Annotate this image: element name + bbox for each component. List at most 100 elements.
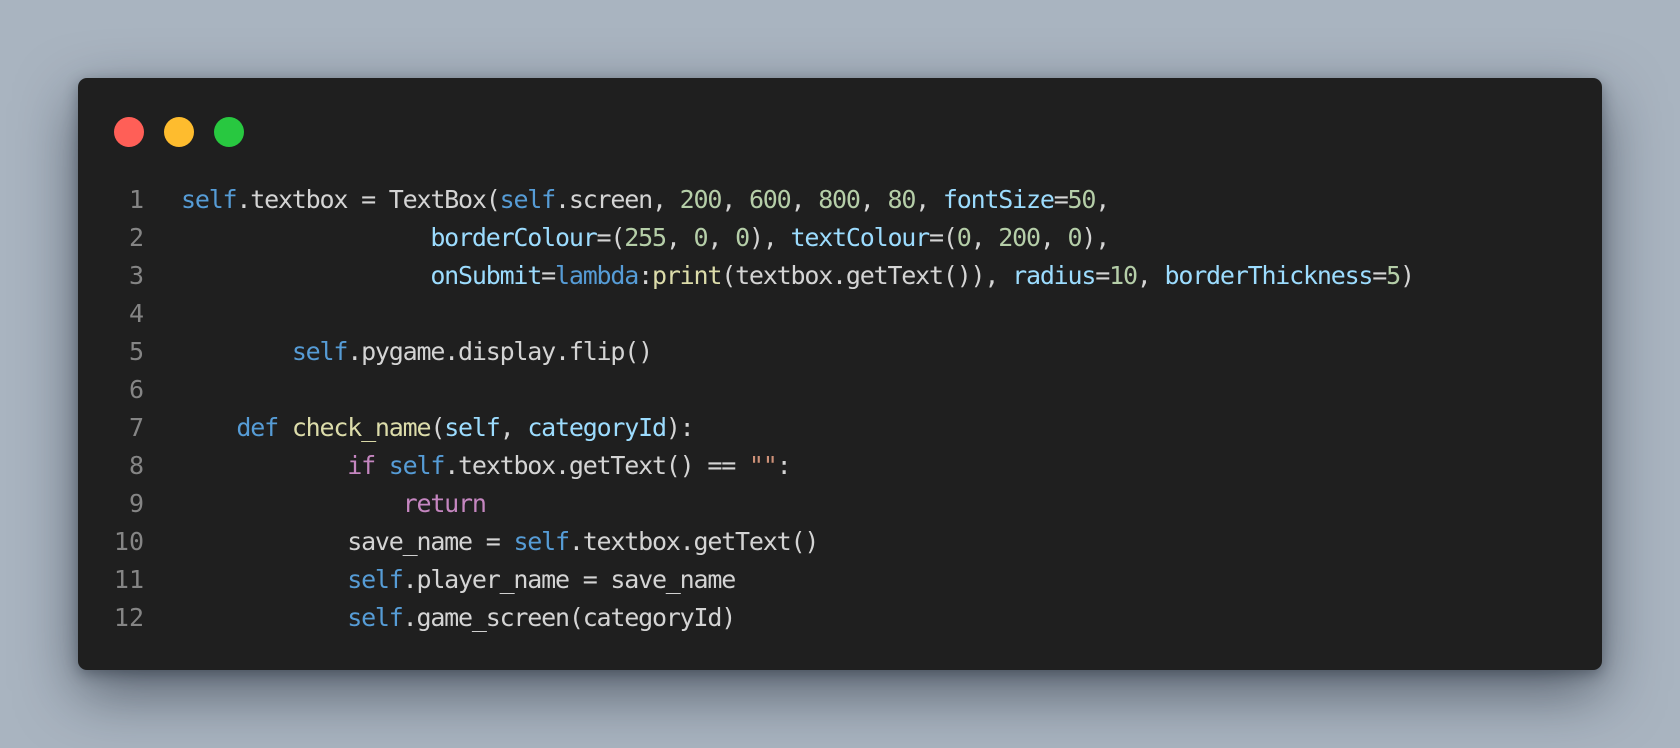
code-token: onSubmit — [430, 261, 542, 290]
code-token: .textbox.getText() — [568, 527, 820, 556]
code-token: "" — [748, 451, 778, 480]
code-token: = — [541, 261, 556, 290]
line-number: 4 — [128, 299, 144, 328]
code-token: 800 — [818, 185, 861, 214]
code-line: 10 save_name = self.textbox.getText() — [78, 523, 1602, 561]
code-token: =( — [596, 223, 626, 252]
code-token: , — [499, 413, 528, 442]
line-number: 9 — [128, 489, 144, 518]
code-token: (textbox.getText()), — [721, 261, 1013, 290]
code-text: onSubmit=lambda:print(textbox.getText())… — [181, 257, 1415, 295]
code-token: self — [347, 603, 404, 632]
code-token: self — [347, 565, 404, 594]
code-line: 2 borderColour=(255, 0, 0), textColour=(… — [78, 219, 1602, 257]
line-number: 3 — [128, 261, 144, 290]
code-token: 200 — [679, 185, 723, 214]
code-token: , — [859, 185, 888, 214]
code-line: 12 self.game_screen(categoryId) — [78, 599, 1602, 637]
code-token: ( — [430, 413, 445, 442]
code-token: =( — [929, 223, 958, 252]
line-number: 7 — [128, 413, 144, 442]
code-token: .textbox = TextBox( — [236, 185, 500, 214]
code-block[interactable]: 1 self.textbox = TextBox(self.screen, 200… — [78, 181, 1602, 637]
code-line: 8 if self.textbox.getText() == "": — [78, 447, 1602, 485]
code-token: = — [1095, 261, 1110, 290]
code-token: , — [1039, 223, 1068, 252]
code-token: 0 — [1067, 223, 1083, 252]
code-line: 11 self.player_name = save_name — [78, 561, 1602, 599]
code-token: , — [970, 223, 999, 252]
code-token: self — [181, 185, 238, 214]
maximize-window-dot-icon[interactable] — [214, 117, 244, 147]
code-text: self.player_name = save_name — [181, 561, 737, 599]
code-token: self — [291, 337, 349, 366]
code-token: .game_screen(categoryId) — [402, 603, 737, 632]
code-token: check_name — [291, 413, 432, 442]
code-token: .player_name = save_name — [402, 565, 737, 594]
line-number: 8 — [128, 451, 144, 480]
code-token: if — [347, 451, 376, 480]
code-token: save_name = — [181, 527, 514, 556]
code-token: fontSize — [942, 185, 1055, 214]
code-token: borderThickness — [1164, 261, 1374, 290]
line-number: 5 — [128, 337, 144, 366]
code-token: self — [444, 413, 501, 442]
code-token: 50 — [1067, 185, 1097, 214]
code-text: if self.textbox.getText() == "": — [181, 447, 792, 485]
code-token: def — [236, 413, 279, 442]
line-number: 10 — [113, 527, 144, 556]
code-token: , — [665, 223, 694, 252]
code-token: 255 — [624, 223, 667, 252]
code-window: 1 self.textbox = TextBox(self.screen, 200… — [78, 78, 1602, 670]
code-token: 600 — [748, 185, 792, 214]
line-number: 1 — [128, 185, 144, 214]
close-window-dot-icon[interactable] — [114, 117, 144, 147]
code-token: 5 — [1386, 261, 1401, 290]
line-number: 11 — [113, 565, 144, 594]
code-token: 10 — [1109, 261, 1138, 290]
code-line: 6 — [78, 371, 1602, 409]
code-token: : — [776, 451, 792, 480]
minimize-window-dot-icon[interactable] — [164, 117, 194, 147]
code-token: , — [721, 185, 749, 214]
code-token: ), — [1081, 223, 1110, 252]
code-token: 200 — [998, 223, 1041, 252]
code-token: , — [1095, 185, 1110, 214]
code-token: categoryId — [527, 413, 667, 442]
line-number: 12 — [113, 603, 144, 632]
code-text: self.textbox = TextBox(self.screen, 200,… — [181, 181, 1110, 219]
code-token: 0 — [956, 223, 972, 252]
code-token: , — [1136, 261, 1165, 290]
code-token: .pygame.display.flip() — [347, 337, 653, 366]
code-token: , — [707, 223, 736, 252]
code-token: 80 — [887, 185, 916, 214]
code-line: 3 onSubmit=lambda:print(textbox.getText(… — [78, 257, 1602, 295]
code-text: self.game_screen(categoryId) — [181, 599, 737, 637]
code-line: 1 self.textbox = TextBox(self.screen, 200… — [78, 181, 1602, 219]
code-line: 4 — [78, 295, 1602, 333]
code-token: self — [499, 185, 557, 214]
code-text: def check_name(self, categoryId): — [181, 409, 694, 447]
code-token: ), — [748, 223, 791, 252]
code-text: save_name = self.textbox.getText() — [181, 523, 820, 561]
code-token: = — [1053, 185, 1069, 214]
code-token: print — [651, 261, 722, 290]
code-token: borderColour — [430, 223, 597, 252]
code-token: .screen, — [555, 185, 680, 214]
code-token: .textbox.getText() == — [444, 451, 749, 480]
code-token: 0 — [693, 223, 709, 252]
code-text: borderColour=(255, 0, 0), textColour=(0,… — [181, 219, 1110, 257]
code-token: lambda — [555, 261, 639, 290]
code-token: ) — [1400, 261, 1415, 290]
code-line: 7 def check_name(self, categoryId): — [78, 409, 1602, 447]
line-number: 2 — [128, 223, 144, 252]
code-token: , — [915, 185, 943, 214]
code-token: : — [638, 261, 653, 290]
code-token: return — [402, 489, 487, 518]
